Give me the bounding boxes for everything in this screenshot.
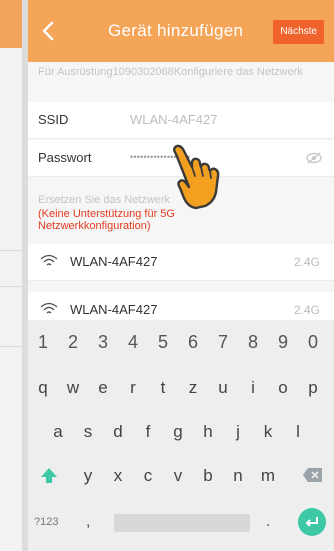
ssid-field[interactable]: WLAN-4AF427 (130, 112, 217, 127)
space-bar[interactable] (114, 514, 250, 532)
comma-key[interactable]: , (86, 502, 90, 542)
pointing-hand-icon (173, 144, 220, 210)
password-label: Passwort (38, 150, 92, 165)
app-header: Gerät hinzufügen Nächste (28, 0, 334, 62)
period-key[interactable]: . (266, 502, 270, 542)
key-y[interactable]: y (73, 456, 103, 496)
background-divider (0, 286, 22, 287)
key-c[interactable]: c (133, 456, 163, 496)
key-e[interactable]: e (88, 368, 118, 408)
add-device-screen: Gerät hinzufügen Nächste Für Ausrüstung1… (28, 0, 334, 551)
network-name: WLAN-4AF427 (70, 254, 158, 269)
background-screen (0, 0, 22, 551)
eye-off-icon[interactable] (306, 152, 322, 164)
key-d[interactable]: d (103, 412, 133, 452)
keyboard-bottom-row: ?123 , . (28, 502, 334, 542)
key-3[interactable]: 3 (88, 322, 118, 362)
key-m[interactable]: m (253, 456, 283, 496)
key-b[interactable]: b (193, 456, 223, 496)
key-r[interactable]: r (118, 368, 148, 408)
background-header (0, 0, 22, 48)
key-6[interactable]: 6 (178, 322, 208, 362)
key-l[interactable]: l (283, 412, 313, 452)
key-9[interactable]: 9 (268, 322, 298, 362)
key-4[interactable]: 4 (118, 322, 148, 362)
key-1[interactable]: 1 (28, 322, 58, 362)
shift-arrow-icon (41, 468, 57, 483)
key-n[interactable]: n (223, 456, 253, 496)
key-x[interactable]: x (103, 456, 133, 496)
key-s[interactable]: s (73, 412, 103, 452)
network-list-item[interactable]: WLAN-4AF427 2.4G (28, 244, 334, 281)
key-z[interactable]: z (178, 368, 208, 408)
network-band: 2.4G (293, 255, 320, 269)
key-h[interactable]: h (193, 412, 223, 452)
symbols-mode-key[interactable]: ?123 (34, 502, 58, 542)
key-a[interactable]: a (43, 412, 73, 452)
key-i[interactable]: i (238, 368, 268, 408)
key-j[interactable]: j (223, 412, 253, 452)
back-button[interactable] (36, 18, 62, 44)
shift-key[interactable] (34, 456, 64, 496)
keyboard-row-3: y x c v b n m (28, 456, 334, 496)
wifi-icon (40, 302, 58, 314)
backspace-icon[interactable] (302, 466, 324, 484)
key-w[interactable]: w (58, 368, 88, 408)
chevron-left-icon (42, 21, 54, 41)
key-2[interactable]: 2 (58, 322, 88, 362)
ssid-row: SSID WLAN-4AF427 (28, 102, 334, 139)
keyboard-row-1: q w e r t z u i o p (28, 368, 334, 408)
key-0[interactable]: 0 (298, 322, 328, 362)
key-8[interactable]: 8 (238, 322, 268, 362)
enter-key[interactable] (298, 508, 326, 536)
page-title: Gerät hinzufügen (108, 21, 244, 40)
background-divider (0, 250, 22, 251)
keyboard-number-row: 1 2 3 4 5 6 7 8 9 0 (28, 322, 334, 362)
replace-network-label: Ersetzen Sie das Netzwerk (38, 194, 171, 206)
enter-arrow-icon (305, 517, 318, 527)
key-u[interactable]: u (208, 368, 238, 408)
key-o[interactable]: o (268, 368, 298, 408)
key-p[interactable]: p (298, 368, 328, 408)
key-t[interactable]: t (148, 368, 178, 408)
ssid-label: SSID (38, 112, 69, 127)
key-v[interactable]: v (163, 456, 193, 496)
key-g[interactable]: g (163, 412, 193, 452)
keyboard-row-2: a s d f g h j k l (28, 412, 334, 452)
network-band: 2.4G (293, 303, 320, 317)
network-name: WLAN-4AF427 (70, 302, 158, 317)
background-divider (0, 346, 22, 347)
key-f[interactable]: f (133, 412, 163, 452)
key-5[interactable]: 5 (148, 322, 178, 362)
soft-keyboard: 1 2 3 4 5 6 7 8 9 0 q w e r t z u i o p … (28, 320, 334, 551)
next-button[interactable]: Nächste (273, 20, 324, 44)
config-hint: Für Ausrüstung1090302068Konfiguriere das… (38, 66, 303, 78)
wifi-icon (40, 254, 58, 266)
key-q[interactable]: q (28, 368, 58, 408)
key-k[interactable]: k (253, 412, 283, 452)
key-7[interactable]: 7 (208, 322, 238, 362)
